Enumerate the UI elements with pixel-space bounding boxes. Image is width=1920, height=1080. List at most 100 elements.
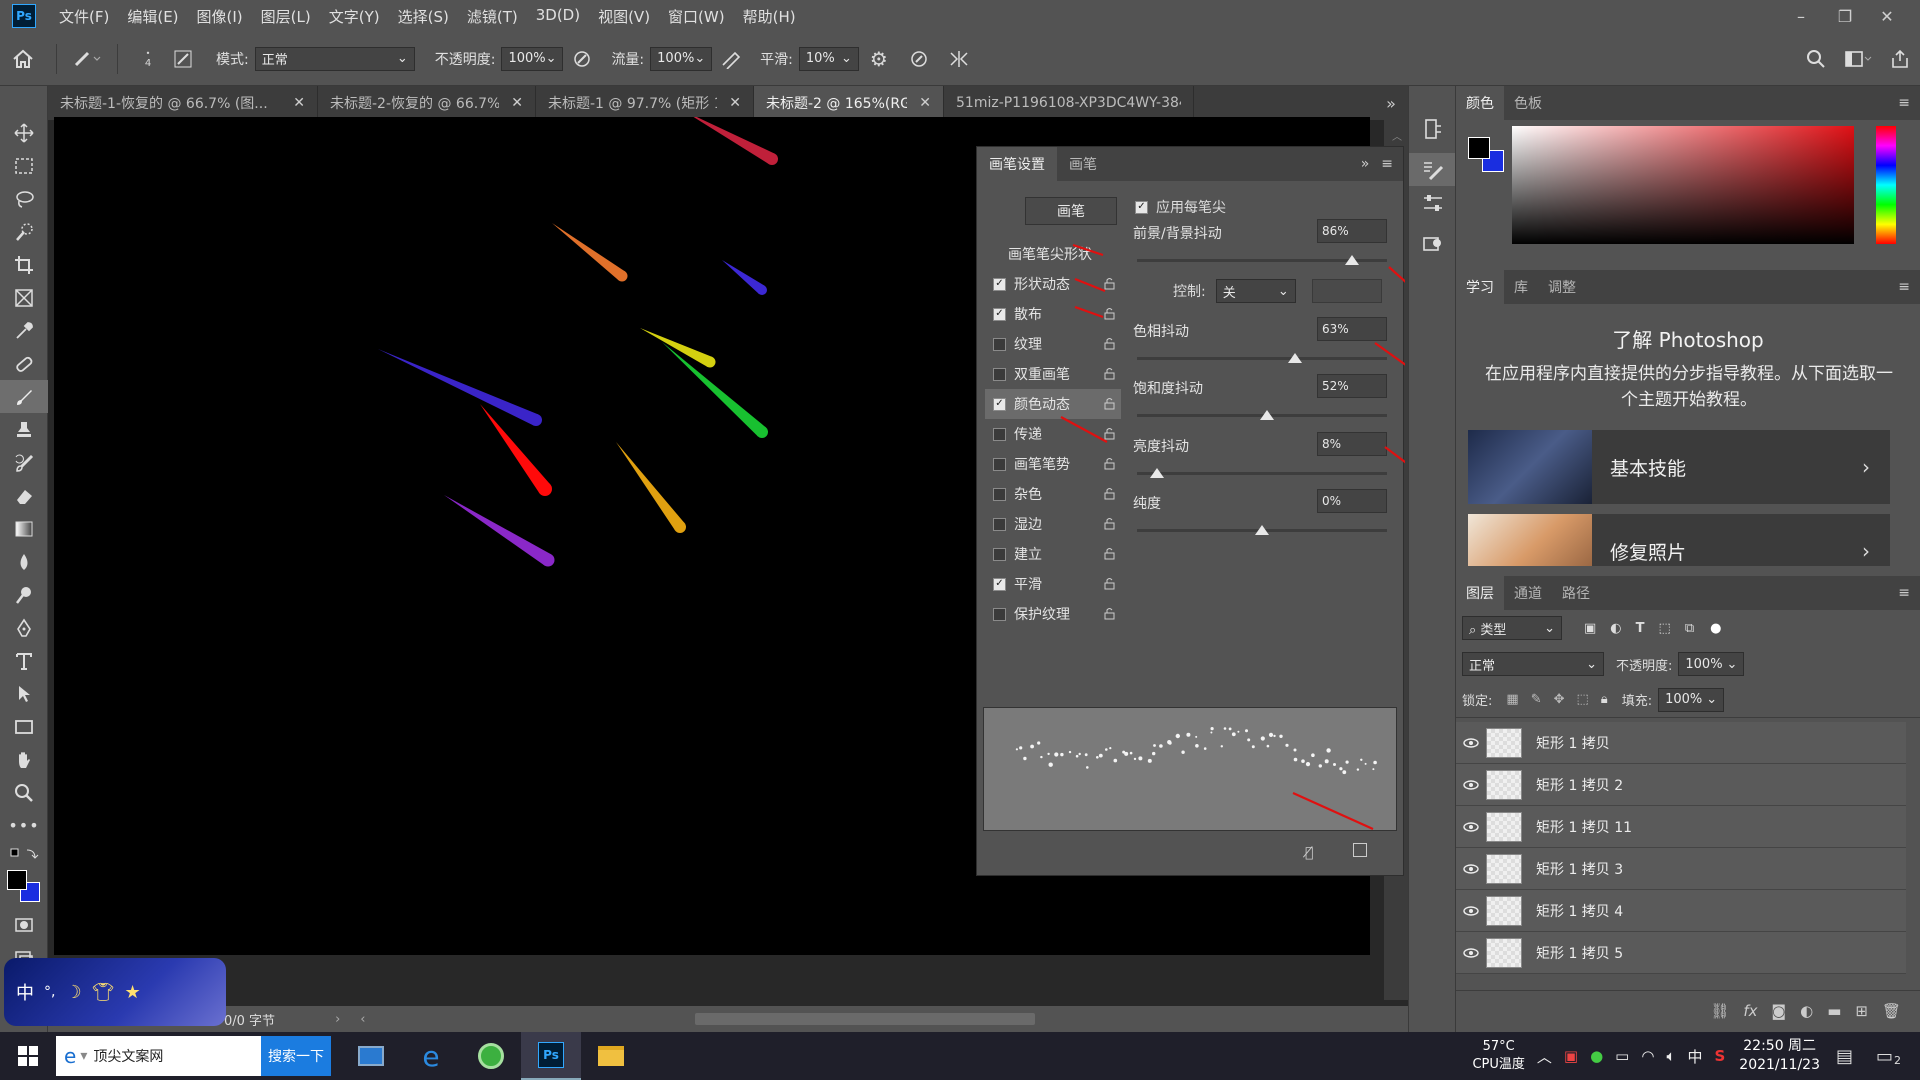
close-tab-icon[interactable]: ✕ [729, 95, 741, 111]
learn-card-repair-photos[interactable]: 修复照片 › [1468, 514, 1890, 566]
menu-item[interactable]: 选择(S) [389, 6, 458, 27]
learn-card-basic-skills[interactable]: 基本技能 › [1468, 430, 1890, 504]
new-group-icon[interactable]: ▬ [1827, 1002, 1841, 1020]
quick-mask-icon[interactable] [0, 908, 48, 941]
close-tab-icon[interactable]: ✕ [511, 95, 523, 111]
file-explorer-icon[interactable] [581, 1032, 641, 1080]
pen-tool-icon[interactable] [0, 611, 48, 644]
search-button[interactable]: 搜索一下 [261, 1036, 331, 1076]
visibility-eye-icon[interactable] [1456, 779, 1486, 790]
visibility-eye-icon[interactable] [1456, 737, 1486, 748]
healing-brush-tool-icon[interactable] [0, 347, 48, 380]
layer-opacity-field[interactable]: 100% ⌄ [1678, 652, 1745, 676]
dodge-tool-icon[interactable] [0, 578, 48, 611]
eyedropper-tool-icon[interactable] [0, 314, 48, 347]
visibility-eye-icon[interactable] [1456, 947, 1486, 958]
adjustments-panel-icon[interactable] [1409, 186, 1457, 219]
tray-wifi-icon[interactable]: ◠ [1641, 1047, 1654, 1065]
airbrush-icon[interactable] [712, 49, 750, 69]
home-icon[interactable] [0, 49, 46, 69]
tab-color[interactable]: 颜色 [1456, 86, 1504, 120]
type-tool-icon[interactable] [0, 644, 48, 677]
eraser-tool-icon[interactable] [0, 479, 48, 512]
tray-360-icon[interactable]: ● [1590, 1047, 1603, 1065]
close-tab-icon[interactable]: ✕ [293, 95, 305, 111]
menu-item[interactable]: 3D(D) [527, 6, 589, 27]
rectangle-tool-icon[interactable] [0, 710, 48, 743]
menu-item[interactable]: 图像(I) [188, 6, 252, 27]
tabs-overflow-icon[interactable]: » [1374, 86, 1408, 120]
restore-icon[interactable]: ❐ [1822, 0, 1868, 32]
filter-pixel-icon[interactable]: ▣ [1584, 621, 1596, 636]
clone-stamp-tool-icon[interactable] [0, 413, 48, 446]
menu-item[interactable]: 编辑(E) [118, 6, 187, 27]
path-selection-tool-icon[interactable] [0, 677, 48, 710]
adjustment-layer-icon[interactable]: ◐ [1800, 1002, 1813, 1020]
layer-row[interactable]: 矩形 1 拷贝 3 [1456, 848, 1906, 890]
swap-colors-icon[interactable] [0, 842, 48, 868]
fill-field[interactable]: 100% ⌄ [1658, 687, 1725, 712]
layers-panel-menu-icon[interactable]: ≡ [1898, 585, 1910, 601]
tab-swatches[interactable]: 色板 [1504, 86, 1552, 120]
taskbar-clock[interactable]: 22:50 周二 2021/11/23 [1739, 1037, 1820, 1075]
lock-position-icon[interactable]: ✥ [1554, 692, 1565, 707]
lock-transparent-icon[interactable]: ▦ [1506, 692, 1518, 707]
visibility-eye-icon[interactable] [1456, 905, 1486, 916]
panel-foreground-swatch[interactable] [1468, 137, 1490, 159]
brush-settings-panel-icon[interactable] [1409, 153, 1457, 186]
color-field[interactable] [1512, 126, 1854, 244]
tray-sogou-icon[interactable]: S [1714, 1047, 1725, 1065]
close-tab-icon[interactable]: ✕ [919, 95, 931, 111]
visibility-eye-icon[interactable] [1456, 863, 1486, 874]
brush-preset-icon[interactable] [67, 49, 107, 69]
smoothing-field[interactable]: 10% ⌄ [798, 46, 859, 71]
pressure-size-icon[interactable] [899, 49, 939, 69]
tab-channels[interactable]: 通道 [1504, 576, 1552, 610]
gear-icon[interactable]: ⚙ [859, 47, 899, 71]
tab-learn[interactable]: 学习 [1456, 270, 1504, 304]
close-icon[interactable]: ✕ [1864, 0, 1910, 32]
notification-icon[interactable]: ▭ 2 [1876, 1046, 1920, 1067]
workspace-icon[interactable] [1836, 49, 1880, 69]
ime-skin-icon[interactable]: 👕︎ [92, 982, 115, 1003]
status-arrow-icon[interactable]: › [335, 1012, 340, 1027]
document-tab[interactable]: 未标题-2 @ 165%(RGB/8) * ✕ [754, 86, 944, 120]
tray-volume-icon[interactable]: 🔈︎ [1666, 1047, 1675, 1065]
notes-icon[interactable]: ▤ [1836, 1046, 1876, 1067]
menu-item[interactable]: 图层(L) [252, 6, 320, 27]
ime-punctuation-icon[interactable]: °, [44, 984, 55, 1000]
tray-expand-icon[interactable]: ︿ [1537, 1046, 1552, 1067]
layer-style-icon[interactable]: fx [1743, 1002, 1757, 1020]
tab-libraries[interactable]: 库 [1504, 270, 1538, 304]
horizontal-scrollbar-thumb[interactable] [695, 1013, 1036, 1025]
mode-select[interactable]: 正常 ⌄ [254, 46, 415, 71]
zoom-tool-icon[interactable] [0, 776, 48, 809]
hue-slider[interactable] [1876, 126, 1896, 244]
hand-tool-icon[interactable] [0, 743, 48, 776]
crop-tool-icon[interactable] [0, 248, 48, 281]
document-tab[interactable]: 未标题-1-恢复的 @ 66.7% (图... ✕ [48, 86, 318, 120]
blend-mode-select[interactable]: 正常 ⌄ [1462, 652, 1604, 676]
minimize-icon[interactable]: – [1778, 0, 1824, 32]
gradient-tool-icon[interactable] [0, 512, 48, 545]
filter-toggle-icon[interactable]: ● [1710, 621, 1721, 636]
browser-360-icon[interactable] [461, 1032, 521, 1080]
taskbar-photoshop-icon[interactable]: Ps [521, 1032, 581, 1080]
move-tool-icon[interactable] [0, 116, 48, 149]
document-tab[interactable]: 未标题-2-恢复的 @ 66.7%(RG... ✕ [318, 86, 536, 120]
scroll-left-icon[interactable]: ‹ [360, 1012, 365, 1027]
flow-field[interactable]: 100% ⌄ [650, 46, 713, 71]
menu-item[interactable]: 视图(V) [589, 6, 659, 27]
menu-item[interactable]: 文字(Y) [320, 6, 389, 27]
layer-row[interactable]: 矩形 1 拷贝 2 [1456, 764, 1906, 806]
lock-artboard-icon[interactable]: ⬚ [1577, 692, 1589, 707]
marquee-tool-icon[interactable] [0, 149, 48, 182]
frame-tool-icon[interactable] [0, 281, 48, 314]
layer-row[interactable]: 矩形 1 拷贝 11 [1456, 806, 1906, 848]
ime-star-icon[interactable]: ★ [124, 982, 140, 1003]
tray-ime[interactable]: 中 [1687, 1046, 1702, 1067]
filter-smart-object-icon[interactable]: ⧉ [1685, 621, 1694, 636]
search-icon[interactable] [1796, 49, 1836, 69]
document-tab[interactable]: 51miz-P1196108-XP3DC4WY-3840x25! [944, 86, 1194, 120]
brush-tool-icon[interactable] [0, 380, 48, 413]
